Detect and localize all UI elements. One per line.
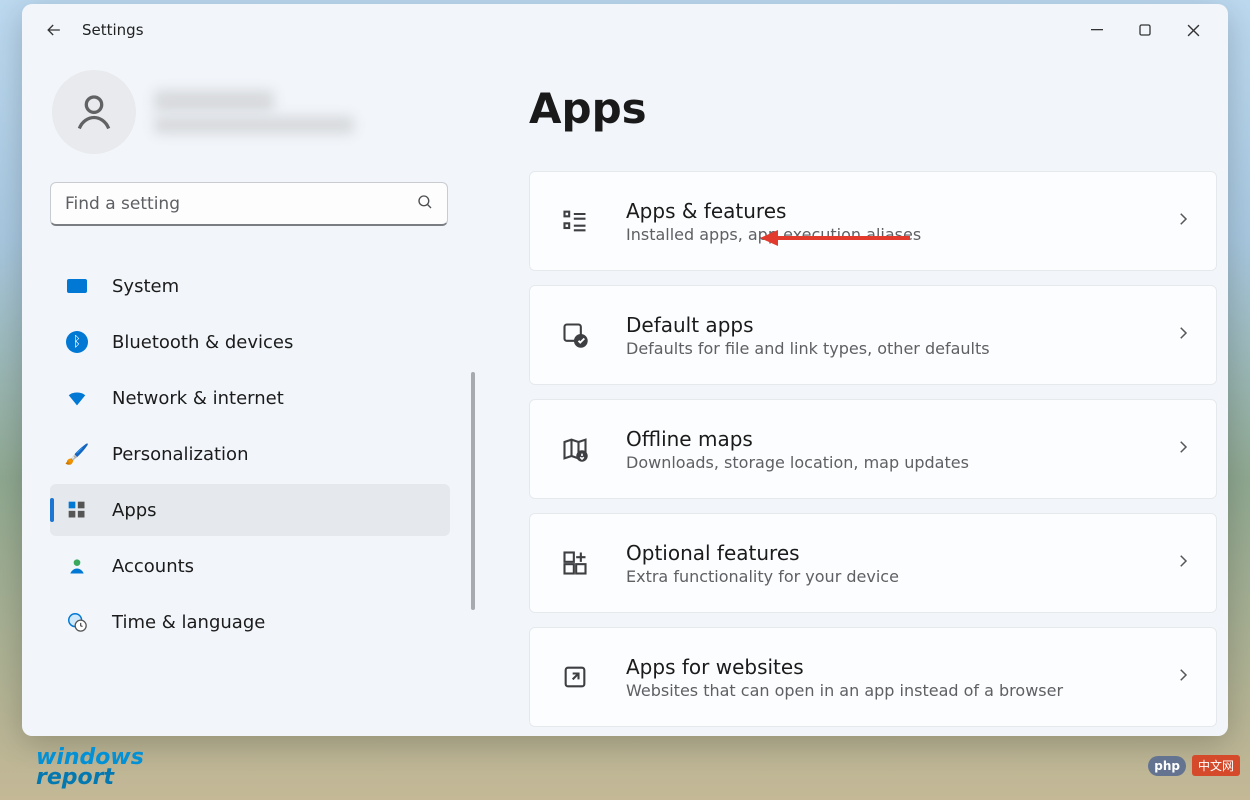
- card-subtitle: Extra functionality for your device: [626, 567, 1174, 586]
- sidebar-item-time[interactable]: Time & language: [50, 596, 450, 648]
- content-area: System ᛒ Bluetooth & devices Network & i…: [22, 56, 1228, 736]
- minimize-icon: [1091, 24, 1103, 36]
- wifi-icon: [66, 387, 88, 409]
- chevron-right-icon: [1174, 324, 1192, 346]
- profile-email-redacted: [154, 116, 354, 134]
- sidebar-nav: System ᛒ Bluetooth & devices Network & i…: [50, 260, 450, 648]
- sidebar-item-accounts[interactable]: Accounts: [50, 540, 450, 592]
- sidebar-item-label: System: [112, 276, 179, 297]
- external-link-icon: [560, 662, 590, 692]
- sidebar-item-label: Network & internet: [112, 388, 284, 409]
- card-subtitle: Downloads, storage location, map updates: [626, 453, 1174, 472]
- person-icon: [72, 90, 116, 134]
- watermark-windows-report: windows report: [36, 748, 144, 788]
- search-field-wrap: [50, 182, 448, 226]
- sidebar-item-personalization[interactable]: 🖌️ Personalization: [50, 428, 450, 480]
- sidebar-item-network[interactable]: Network & internet: [50, 372, 450, 424]
- close-button[interactable]: [1170, 10, 1216, 50]
- card-subtitle: Installed apps, app execution aliases: [626, 225, 1174, 244]
- accounts-icon: [66, 555, 88, 577]
- close-icon: [1187, 24, 1200, 37]
- main-panel: Apps Apps & features Installed apps, app…: [467, 56, 1228, 736]
- chevron-right-icon: [1174, 438, 1192, 460]
- chevron-right-icon: [1174, 552, 1192, 574]
- card-title: Default apps: [626, 313, 1174, 337]
- card-title: Apps & features: [626, 199, 1174, 223]
- sidebar-item-bluetooth[interactable]: ᛒ Bluetooth & devices: [50, 316, 450, 368]
- card-default-apps[interactable]: Default apps Defaults for file and link …: [529, 285, 1217, 385]
- sidebar-item-label: Apps: [112, 500, 157, 521]
- card-optional-features[interactable]: Optional features Extra functionality fo…: [529, 513, 1217, 613]
- arrow-left-icon: [44, 20, 64, 40]
- settings-window: Settings: [22, 4, 1228, 736]
- sidebar-item-label: Time & language: [112, 612, 265, 633]
- sidebar-item-apps[interactable]: Apps: [50, 484, 450, 536]
- card-subtitle: Websites that can open in an app instead…: [626, 681, 1174, 700]
- titlebar: Settings: [22, 4, 1228, 56]
- maximize-button[interactable]: [1122, 10, 1168, 50]
- sidebar-item-label: Accounts: [112, 556, 194, 577]
- search-icon: [416, 193, 434, 215]
- page-title: Apps: [529, 84, 1217, 133]
- card-apps-for-websites[interactable]: Apps for websites Websites that can open…: [529, 627, 1217, 727]
- optional-features-icon: [560, 548, 590, 578]
- chevron-right-icon: [1174, 210, 1192, 232]
- profile-name-redacted: [154, 90, 274, 112]
- card-offline-maps[interactable]: Offline maps Downloads, storage location…: [529, 399, 1217, 499]
- sidebar-item-label: Personalization: [112, 444, 248, 465]
- settings-cards: Apps & features Installed apps, app exec…: [529, 171, 1217, 727]
- profile-info: [154, 90, 354, 134]
- map-icon: [560, 434, 590, 464]
- sidebar-item-label: Bluetooth & devices: [112, 332, 293, 353]
- card-title: Optional features: [626, 541, 1174, 565]
- sidebar-item-system[interactable]: System: [50, 260, 450, 312]
- card-title: Offline maps: [626, 427, 1174, 451]
- default-apps-icon: [560, 320, 590, 350]
- sidebar: System ᛒ Bluetooth & devices Network & i…: [22, 56, 467, 736]
- window-controls: [1074, 10, 1216, 50]
- chevron-right-icon: [1174, 666, 1192, 688]
- apps-icon: [66, 499, 88, 521]
- globe-clock-icon: [66, 611, 88, 633]
- paintbrush-icon: 🖌️: [66, 443, 88, 465]
- system-icon: [66, 275, 88, 297]
- avatar: [52, 70, 136, 154]
- back-button[interactable]: [34, 10, 74, 50]
- profile-block[interactable]: [50, 70, 439, 154]
- card-title: Apps for websites: [626, 655, 1174, 679]
- card-apps-features[interactable]: Apps & features Installed apps, app exec…: [529, 171, 1217, 271]
- search-input[interactable]: [50, 182, 448, 226]
- window-title: Settings: [82, 21, 144, 39]
- watermark-php-cn: php 中文网: [1148, 755, 1240, 776]
- bluetooth-icon: ᛒ: [66, 331, 88, 353]
- minimize-button[interactable]: [1074, 10, 1120, 50]
- list-icon: [560, 206, 590, 236]
- card-subtitle: Defaults for file and link types, other …: [626, 339, 1174, 358]
- maximize-icon: [1139, 24, 1151, 36]
